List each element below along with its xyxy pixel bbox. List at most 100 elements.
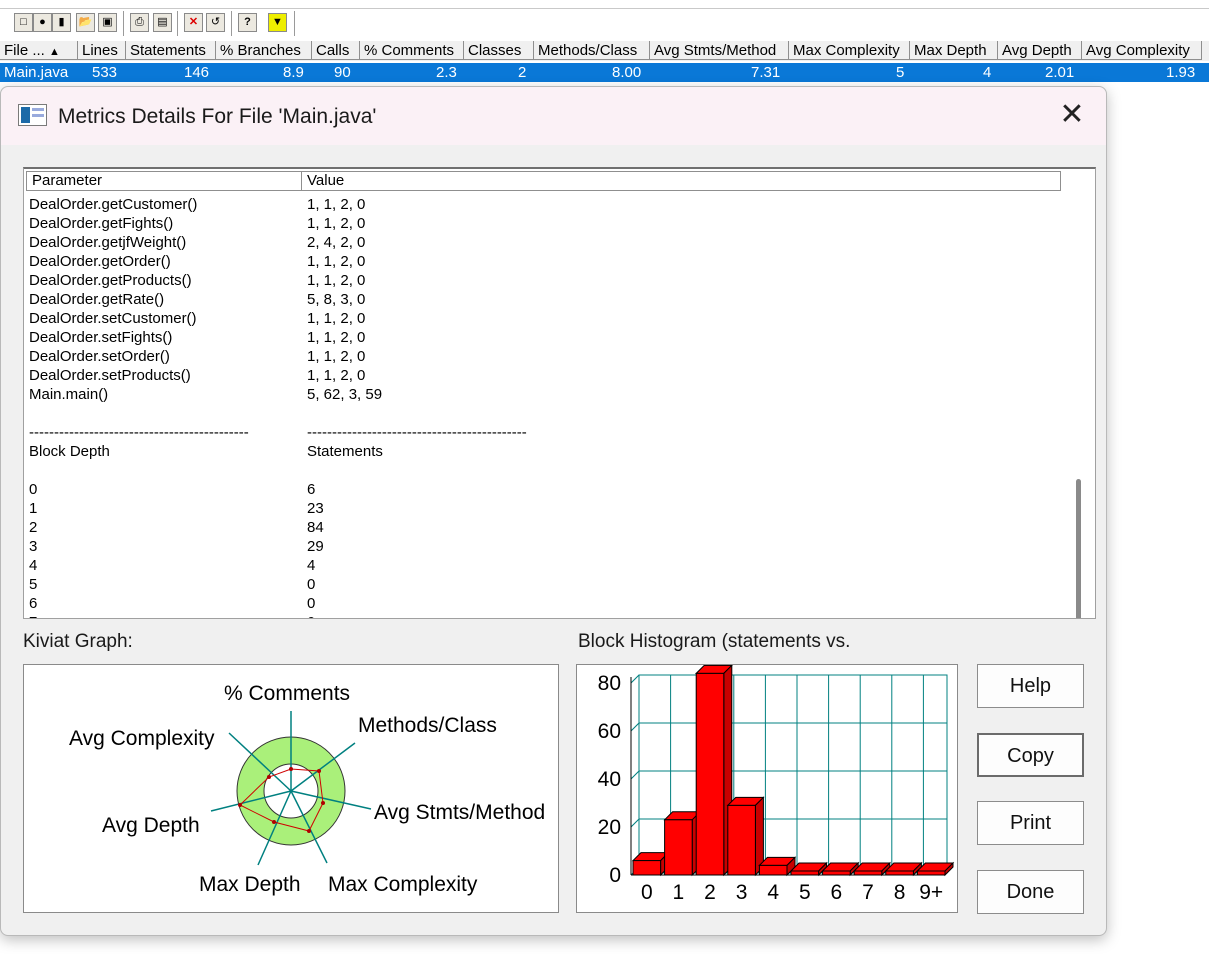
detail-value: 1, 1, 2, 0 (307, 196, 366, 213)
histogram-bar (916, 870, 946, 876)
add-folder-icon[interactable]: ▮ (52, 13, 71, 32)
toolbar-separator (231, 11, 232, 36)
detail-value: 1, 1, 2, 0 (307, 367, 366, 384)
histogram-x-tick-label: 7 (862, 881, 874, 904)
histogram-x-tick-label: 2 (704, 881, 716, 904)
histogram-bar (695, 672, 725, 876)
detail-value: 0 (307, 595, 316, 612)
kiviat-label-avg-stmts: Avg Stmts/Method (374, 801, 546, 824)
detail-parameter: 0 (29, 481, 38, 498)
cell-classes: 2 (518, 64, 527, 81)
column-header-avg-complexity[interactable]: Avg Complexity (1082, 41, 1202, 60)
column-header-max-depth[interactable]: Max Depth (910, 41, 998, 60)
histogram-x-tick-label: 9+ (919, 881, 943, 904)
cell-branches: 8.9 (283, 64, 304, 81)
detail-value: 6 (307, 481, 316, 498)
cell-max-depth: 4 (983, 64, 992, 81)
detail-parameter: DealOrder.getCustomer() (29, 196, 198, 213)
cell-lines: 533 (92, 64, 118, 81)
filter-icon[interactable]: ▼ (268, 13, 287, 32)
dialog-titlebar: Metrics Details For File 'Main.java' ✕ (1, 87, 1106, 145)
delete-icon[interactable]: ✕ (184, 13, 203, 32)
column-header-calls[interactable]: Calls (312, 41, 360, 60)
file-row-selected[interactable]: Main.java 533 146 8.9 90 2.3 2 8.00 7.31… (0, 63, 1209, 82)
column-header-avg-depth[interactable]: Avg Depth (998, 41, 1082, 60)
detail-value: 23 (307, 500, 324, 517)
vertical-scrollbar-thumb[interactable] (1076, 479, 1081, 618)
add-icon[interactable]: ● (33, 13, 52, 32)
detail-value: 5, 8, 3, 0 (307, 291, 366, 308)
help-cursor-icon[interactable]: ? (238, 13, 257, 32)
list-header-value[interactable]: Value (301, 171, 1061, 191)
kiviat-caption: Kiviat Graph: (23, 631, 133, 652)
undo-icon[interactable]: ↺ (206, 13, 225, 32)
detail-parameter: DealOrder.getRate() (29, 291, 165, 308)
cell-avg-stmts: 7.31 (751, 64, 781, 81)
detail-parameter: 1 (29, 500, 38, 517)
metrics-details-list[interactable]: Parameter Value DealOrder.getCustomer() 1… (23, 167, 1096, 619)
cell-comments: 2.3 (436, 64, 457, 81)
histogram-y-tick-label: 60 (598, 720, 621, 743)
detail-parameter: Block Depth (29, 443, 110, 460)
cell-methods-class: 8.00 (612, 64, 642, 81)
detail-value: ----------------------------------------… (307, 424, 527, 441)
detail-value: 29 (307, 538, 324, 555)
kiviat-label-max-depth: Max Depth (199, 873, 301, 896)
print-button[interactable]: Print (977, 801, 1084, 845)
print-preview-icon[interactable]: ▤ (153, 13, 172, 32)
detail-value: 1, 1, 2, 0 (307, 253, 366, 270)
histogram-bar (664, 819, 693, 876)
detail-parameter: 6 (29, 595, 38, 612)
detail-parameter: DealOrder.setCustomer() (29, 310, 197, 327)
cell-calls: 90 (334, 64, 351, 81)
column-header-lines[interactable]: Lines (78, 41, 126, 60)
column-header-classes[interactable]: Classes (464, 41, 534, 60)
histogram-gridline-depth (630, 674, 640, 684)
column-header-label: File ... (4, 42, 45, 59)
histogram-x-tick-label: 0 (641, 881, 653, 904)
new-file-icon[interactable]: □ (14, 13, 33, 32)
detail-value: Statements (307, 443, 383, 460)
column-header-comments[interactable]: % Comments (360, 41, 464, 60)
done-button[interactable]: Done (977, 870, 1084, 914)
detail-value: 0 (307, 576, 316, 593)
detail-parameter: ----------------------------------------… (29, 424, 249, 441)
block-histogram-chart: 8060402000 1 2 3 4 5 6 7 8 9+ (598, 665, 955, 904)
cell-avg-complexity: 1.93 (1166, 64, 1196, 81)
detail-parameter: 5 (29, 576, 38, 593)
copy-button[interactable]: Copy (977, 733, 1084, 777)
detail-value: 0 (307, 613, 315, 618)
detail-parameter: DealOrder.setFights() (29, 329, 173, 346)
window-top-strip (0, 0, 1209, 9)
histogram-bar (758, 864, 788, 876)
histogram-caption: Block Histogram (statements vs. (578, 631, 851, 652)
column-header-methods-class[interactable]: Methods/Class (534, 41, 650, 60)
histogram-y-tick-label: 0 (609, 864, 621, 887)
column-header-statements[interactable]: Statements (126, 41, 216, 60)
kiviat-label-avg-depth: Avg Depth (102, 814, 200, 837)
save-icon[interactable]: ▣ (98, 13, 117, 32)
list-header-parameter[interactable]: Parameter (26, 171, 302, 191)
detail-parameter: 7 (29, 613, 37, 618)
toolbar-separator (294, 11, 295, 36)
toolbar-separator (177, 11, 178, 36)
kiviat-graph-panel: % Comments Methods/Class Avg Stmts/Metho… (23, 664, 559, 913)
block-histogram-panel: 80 60 40 20 0 0 1 2 3 4 5 6 7 8 9+ (576, 664, 958, 913)
kiviat-label-methods-class: Methods/Class (358, 714, 497, 737)
print-icon[interactable]: ⎙ (130, 13, 149, 32)
histogram-bar (885, 870, 914, 876)
column-header-max-complexity[interactable]: Max Complexity (789, 41, 910, 60)
cell-avg-depth: 2.01 (1045, 64, 1075, 81)
help-button[interactable]: Help (977, 664, 1084, 708)
dialog-title: Metrics Details For File 'Main.java' (58, 105, 377, 128)
close-icon[interactable]: ✕ (1053, 97, 1091, 133)
column-header-branches[interactable]: % Branches (216, 41, 312, 60)
open-folder-icon[interactable]: 📂 (76, 13, 95, 32)
column-header-file[interactable]: File ... ▲ (0, 41, 78, 60)
file-list-header: File ... ▲ Lines Statements % Branches C… (0, 41, 1209, 61)
detail-parameter: DealOrder.getOrder() (29, 253, 171, 270)
histogram-bar (853, 870, 883, 876)
column-header-avg-stmts[interactable]: Avg Stmts/Method (650, 41, 789, 60)
histogram-x-tick-label: 4 (767, 881, 779, 904)
histogram-x-tick-label: 1 (673, 881, 685, 904)
